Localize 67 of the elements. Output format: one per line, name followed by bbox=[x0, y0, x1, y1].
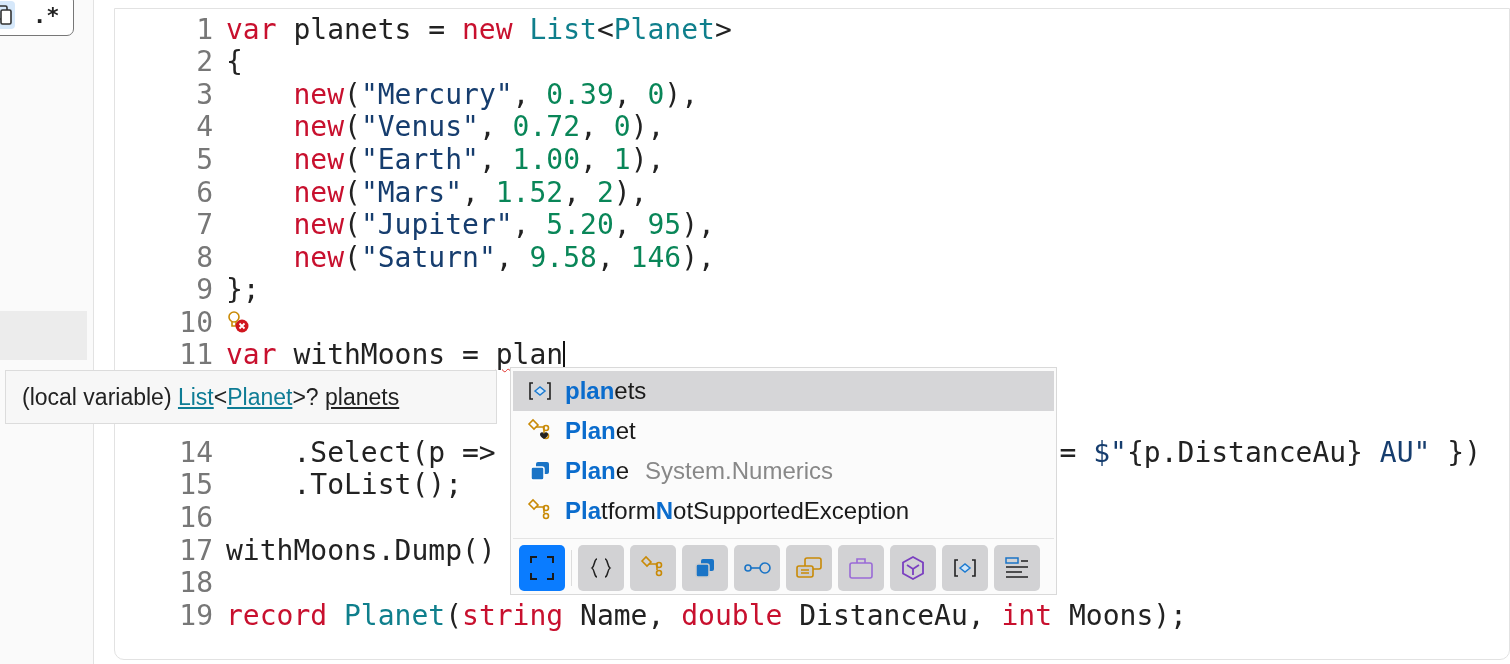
type-link[interactable]: Planet bbox=[227, 383, 293, 411]
line-number: 11 bbox=[178, 338, 214, 372]
code-line: { bbox=[226, 45, 243, 79]
regex-toggle[interactable]: .* bbox=[33, 2, 60, 28]
line-number: 3 bbox=[195, 77, 214, 111]
code-line: new("Earth", 1.00, 1), bbox=[292, 142, 665, 176]
line-number: 14 bbox=[178, 435, 214, 469]
line-number: 7 bbox=[195, 208, 214, 242]
code-line: new("Jupiter", 5.20, 95), bbox=[292, 208, 715, 242]
code-line: new("Venus", 0.72, 0), bbox=[292, 110, 665, 144]
braces-icon bbox=[589, 556, 613, 580]
line-number: 10 bbox=[178, 305, 214, 339]
typed-text: plan bbox=[495, 338, 564, 372]
line-number: 6 bbox=[195, 175, 214, 209]
type-link[interactable]: List bbox=[177, 383, 214, 411]
code-line: new("Saturn", 9.58, 146), bbox=[292, 240, 715, 274]
line-number: 1 bbox=[195, 12, 214, 46]
line-number: 8 bbox=[195, 240, 214, 274]
struct-filter-button[interactable] bbox=[682, 545, 728, 591]
lines-icon bbox=[1004, 556, 1030, 580]
code-line: new("Mercury", 0.39, 0), bbox=[292, 77, 699, 111]
code-line: .ToList(); bbox=[292, 468, 462, 502]
line-number: 16 bbox=[178, 501, 214, 534]
variable-icon bbox=[527, 380, 553, 402]
interface-icon bbox=[742, 560, 772, 576]
snippet-filter-button[interactable] bbox=[994, 545, 1040, 591]
tooltip-text: < bbox=[213, 383, 228, 411]
completion-item[interactable]: Plane System.Numerics bbox=[513, 451, 1054, 491]
code-line: }; bbox=[226, 273, 260, 307]
code-line: var planets = new List<Planet> bbox=[226, 12, 732, 46]
tooltip-text: >? bbox=[292, 383, 320, 411]
completion-item[interactable]: Planet bbox=[513, 411, 1054, 451]
completion-item[interactable]: planets bbox=[513, 371, 1054, 411]
enum-icon bbox=[795, 556, 823, 580]
line-number: 18 bbox=[178, 566, 214, 600]
variable-filter-button[interactable] bbox=[942, 545, 988, 591]
code-line: record Planet(string Name, double DistanceAu, int Moons); bbox=[226, 598, 1187, 632]
code-line: withMoons.Dump() bbox=[226, 533, 496, 567]
interface-filter-button[interactable] bbox=[734, 545, 780, 591]
lightbulb-error-icon[interactable] bbox=[226, 310, 250, 335]
line-number: 15 bbox=[178, 468, 214, 502]
line-number: 17 bbox=[178, 533, 214, 567]
code-line: = $"{p.DistanceAu} AU" }) bbox=[1059, 435, 1481, 469]
tooltip-text: planets bbox=[325, 383, 400, 411]
line-number: 4 bbox=[195, 110, 214, 144]
cube-filter-button[interactable] bbox=[890, 545, 936, 591]
namespace-label: System.Numerics bbox=[645, 457, 834, 485]
completion-label: Planet bbox=[565, 417, 636, 445]
brackets-icon bbox=[529, 555, 555, 581]
line-number: 19 bbox=[178, 598, 214, 632]
completion-label: planets bbox=[565, 377, 647, 405]
cube-icon bbox=[900, 555, 926, 581]
code-line: new("Mars", 1.52, 2), bbox=[292, 175, 648, 209]
code-line: .Select(p => bbox=[292, 435, 496, 469]
briefcase-icon bbox=[848, 556, 874, 580]
all-filter-button[interactable] bbox=[519, 545, 565, 591]
struct-icon bbox=[693, 557, 717, 579]
code-line: var withMoons = bbox=[226, 338, 480, 372]
variable-icon bbox=[953, 557, 977, 579]
namespace-filter-button[interactable] bbox=[578, 545, 624, 591]
tooltip-text: (local variable) bbox=[22, 383, 173, 411]
line-number: 9 bbox=[195, 273, 214, 307]
line-number: 2 bbox=[195, 45, 214, 79]
completion-label: Plane bbox=[565, 457, 630, 485]
line-number: 5 bbox=[195, 142, 214, 176]
completion-item[interactable]: PlatformNotSupportedException bbox=[513, 491, 1054, 531]
completion-label: PlatformNotSupportedException bbox=[565, 497, 910, 525]
